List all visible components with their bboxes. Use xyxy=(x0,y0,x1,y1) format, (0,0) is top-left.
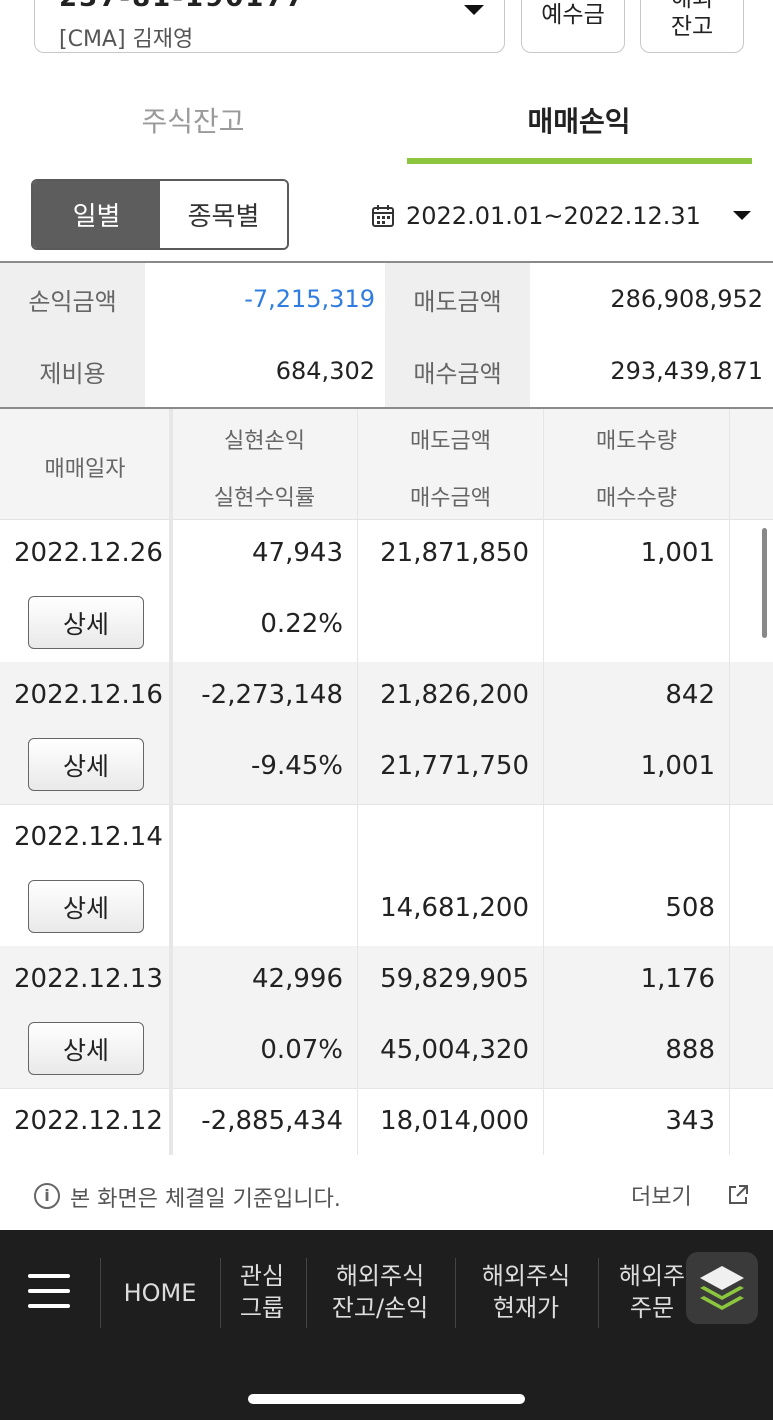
foreign-balance-button[interactable]: 해외 잔고 xyxy=(640,0,744,53)
hamburger-menu-icon[interactable] xyxy=(28,1274,70,1319)
table-header: 매매일자 실현손익 실현수익률 매도금액 매수금액 매도수량 매수수량 xyxy=(0,409,773,520)
deposit-button-label: 예수금 xyxy=(541,2,605,28)
info-icon: i xyxy=(34,1183,60,1209)
row-sell-qty: 842 xyxy=(665,680,715,710)
summary-pl-label: 손익금액 xyxy=(0,263,145,335)
summary-buy-label: 매수금액 xyxy=(385,335,530,407)
summary-sell-label: 매도금액 xyxy=(385,263,530,335)
nav-interest-group[interactable]: 관심 그룹 xyxy=(222,1260,302,1324)
table-scrollbar[interactable] xyxy=(762,528,767,638)
active-tab-indicator xyxy=(407,158,752,164)
row-date: 2022.12.26 xyxy=(14,538,163,568)
account-name: [CMA] 김재영 xyxy=(59,27,194,52)
row-sell-amount: 21,871,850 xyxy=(380,538,529,568)
detail-button[interactable]: 상세 xyxy=(28,880,144,933)
header-realized-rate: 실현수익률 xyxy=(213,486,316,511)
table-row[interactable]: 2022.12.13 상세 42,996 0.07% 59,829,905 45,004,… xyxy=(0,946,773,1089)
header-buy-amount: 매수금액 xyxy=(410,486,491,511)
row-buy-qty: 1,001 xyxy=(640,751,715,781)
row-date: 2022.12.16 xyxy=(14,680,163,710)
row-buy-qty: 888 xyxy=(665,1035,715,1065)
summary-cost-label: 제비용 xyxy=(0,335,145,407)
table-body[interactable]: 2022.12.26 상세 47,943 0.22% 21,871,850 1,001 20… xyxy=(0,520,773,1155)
column-divider xyxy=(543,409,544,1155)
date-range-text: 2022.01.01~2022.12.31 xyxy=(406,202,701,230)
detail-button[interactable]: 상세 xyxy=(28,1022,144,1075)
detail-button[interactable]: 상세 xyxy=(28,738,144,791)
row-date: 2022.12.13 xyxy=(14,964,163,994)
summary-panel: 손익금액 -7,215,319 매도금액 286,908,952 제비용 684… xyxy=(0,261,773,409)
row-buy-amount: 14,681,200 xyxy=(380,893,529,923)
table-row[interactable]: 2022.12.16 상세 -2,273,148 -9.45% 21,826,200 21… xyxy=(0,662,773,805)
bottom-navigation: HOME 관심 그룹 해외주식 잔고/손익 해외주식 현재가 해외주 주문 xyxy=(0,1230,773,1420)
period-segment: 일별 종목별 xyxy=(31,179,289,250)
row-sell-amount: 18,014,000 xyxy=(380,1106,529,1136)
row-date: 2022.12.12 xyxy=(14,1106,163,1136)
column-divider xyxy=(729,409,730,1155)
row-realized-rate: 0.07% xyxy=(260,1035,343,1065)
deposit-button[interactable]: 예수금 xyxy=(521,0,625,53)
footer-note: i 본 화면은 체결일 기준입니다. 더보기 xyxy=(0,1155,773,1230)
row-realized-pl: -2,273,148 xyxy=(201,680,343,710)
row-sell-qty: 1,176 xyxy=(640,964,715,994)
row-realized-rate: -9.45% xyxy=(251,751,343,781)
column-divider xyxy=(169,409,173,1155)
summary-sell-value: 286,908,952 xyxy=(530,263,773,335)
date-range-selector[interactable]: 2022.01.01~2022.12.31 xyxy=(370,196,701,236)
home-indicator xyxy=(248,1394,525,1404)
row-sell-amount: 21,826,200 xyxy=(380,680,529,710)
header-realized-pl: 실현손익 xyxy=(224,429,305,454)
row-sell-qty: 343 xyxy=(665,1106,715,1136)
row-sell-amount: 59,829,905 xyxy=(380,964,529,994)
account-number: 237-81-190177 xyxy=(59,0,306,13)
segment-by-stock[interactable]: 종목별 xyxy=(160,181,287,248)
table-row[interactable]: 2022.12.26 상세 47,943 0.22% 21,871,850 1,001 xyxy=(0,520,773,663)
table-row[interactable]: 2022.12.14 상세 14,681,200 508 xyxy=(0,804,773,947)
summary-buy-value: 293,439,871 xyxy=(530,335,773,407)
nav-foreign-balance[interactable]: 해외주식 잔고/손익 xyxy=(310,1260,450,1324)
detail-button[interactable]: 상세 xyxy=(28,596,144,649)
row-realized-pl: 42,996 xyxy=(252,964,343,994)
chevron-down-icon xyxy=(464,5,484,15)
table-row[interactable]: 2022.12.12상세-2,885,43418,014,000343 xyxy=(0,1088,773,1155)
foreign-balance-button-label: 해외 잔고 xyxy=(670,0,714,40)
external-link-icon[interactable] xyxy=(725,1182,751,1208)
row-date: 2022.12.14 xyxy=(14,822,163,852)
layers-icon[interactable] xyxy=(686,1252,758,1324)
column-divider xyxy=(357,409,358,1155)
nav-foreign-price[interactable]: 해외주식 현재가 xyxy=(458,1260,594,1324)
row-sell-qty: 1,001 xyxy=(640,538,715,568)
row-realized-pl: -2,885,434 xyxy=(201,1106,343,1136)
nav-home[interactable]: HOME xyxy=(104,1277,216,1309)
row-buy-qty: 508 xyxy=(665,893,715,923)
header-sell-qty: 매도수량 xyxy=(596,429,677,454)
tab-stock-balance[interactable]: 주식잔고 xyxy=(93,100,293,140)
row-buy-amount: 21,771,750 xyxy=(380,751,529,781)
row-buy-amount: 45,004,320 xyxy=(380,1035,529,1065)
note-text: 본 화면은 체결일 기준입니다. xyxy=(70,1187,341,1212)
row-realized-pl: 47,943 xyxy=(252,538,343,568)
summary-pl-value: -7,215,319 xyxy=(145,263,385,335)
chevron-down-icon[interactable] xyxy=(733,211,751,220)
account-selector[interactable]: 237-81-190177 [CMA] 김재영 xyxy=(34,0,505,53)
more-link[interactable]: 더보기 xyxy=(631,1179,692,1211)
summary-cost-value: 684,302 xyxy=(145,335,385,407)
tab-trade-pl[interactable]: 매매손익 xyxy=(479,100,679,140)
header-sell-amount: 매도금액 xyxy=(410,429,491,454)
segment-daily[interactable]: 일별 xyxy=(33,181,160,248)
row-realized-rate: 0.22% xyxy=(260,609,343,639)
header-date: 매매일자 xyxy=(44,457,126,482)
calendar-icon xyxy=(372,205,394,227)
header-buy-qty: 매수수량 xyxy=(596,486,677,511)
